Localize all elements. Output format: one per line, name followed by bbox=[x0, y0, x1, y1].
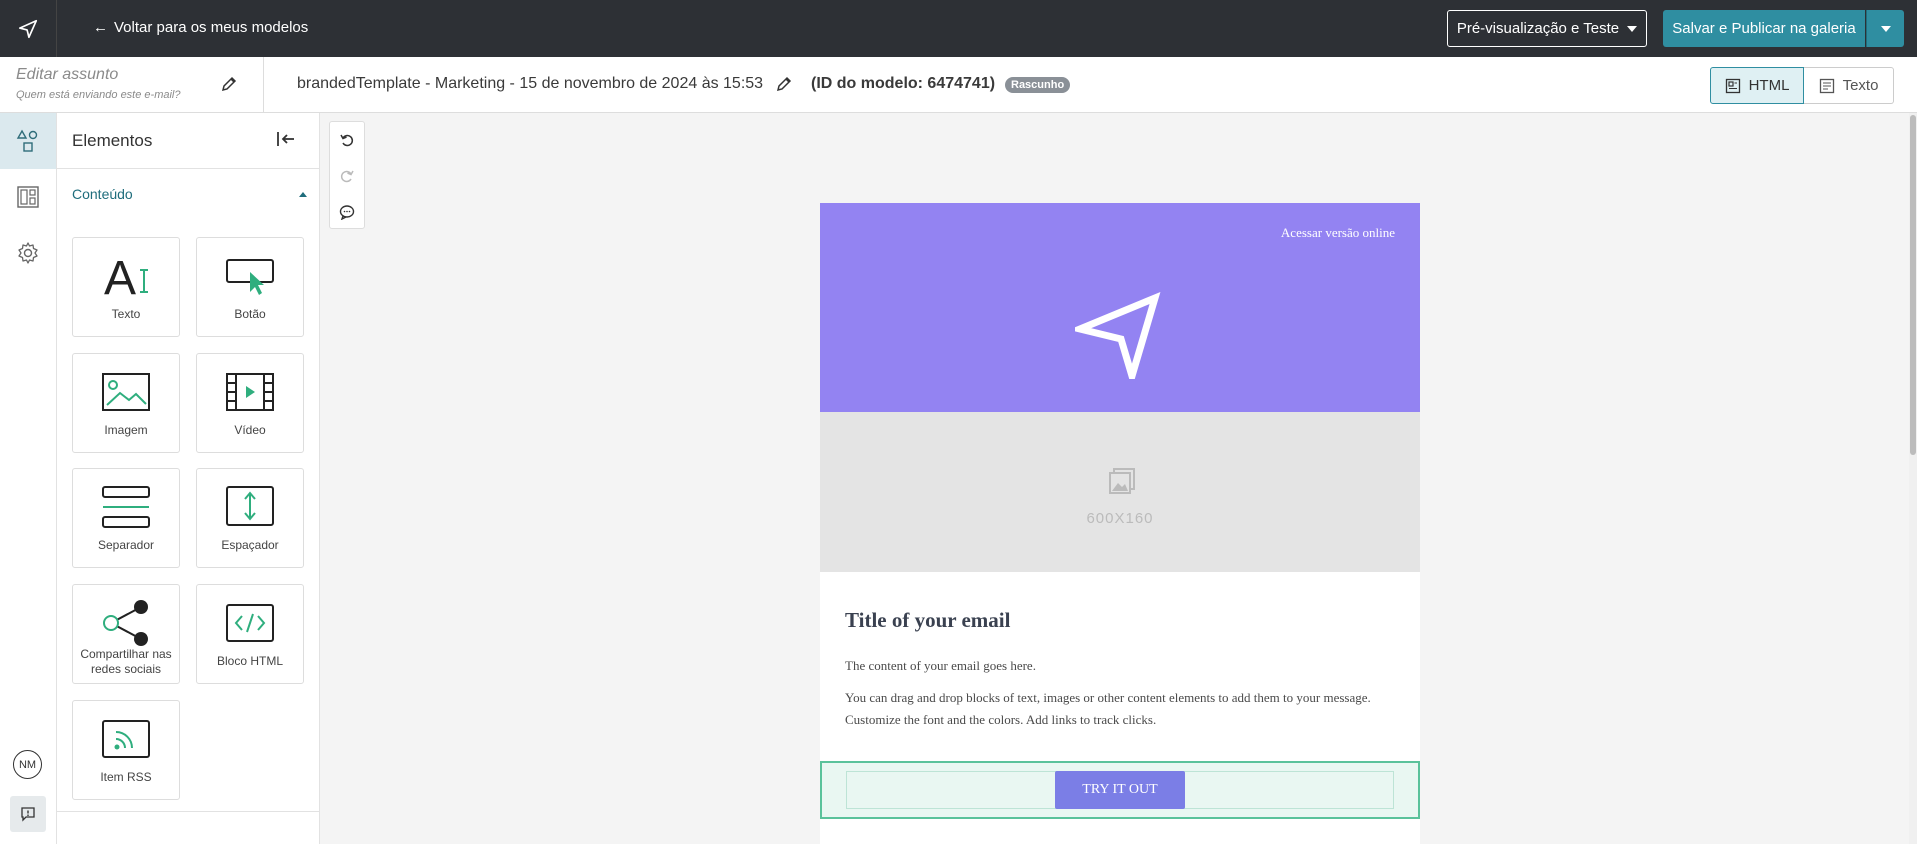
email-paragraph[interactable]: The content of your email goes here. bbox=[845, 655, 1395, 677]
element-tile-spacer[interactable]: Espaçador bbox=[196, 468, 304, 568]
view-html-toggle[interactable]: HTML bbox=[1710, 67, 1804, 104]
rail-layouts-button[interactable] bbox=[0, 169, 56, 225]
element-tile-text[interactable]: A Texto bbox=[72, 237, 180, 337]
element-tile-rss[interactable]: Item RSS bbox=[72, 700, 180, 800]
panel-title: Elementos bbox=[72, 131, 153, 150]
edit-subject-pencil-icon[interactable] bbox=[221, 76, 237, 97]
svg-text:A: A bbox=[104, 252, 136, 302]
view-text-label: Texto bbox=[1842, 77, 1879, 94]
arrow-left-icon: ← bbox=[93, 19, 108, 36]
email-canvas: Acessar versão online 600X160 Title of y… bbox=[820, 203, 1420, 844]
paper-plane-icon bbox=[1068, 289, 1165, 389]
preview-and-test-button[interactable]: Pré-visualização e Teste bbox=[1447, 10, 1647, 47]
sender-placeholder[interactable]: Quem está enviando este e-mail? bbox=[16, 89, 236, 101]
publish-button-label: Salvar e Publicar na galeria bbox=[1672, 20, 1856, 37]
tile-label: Item RSS bbox=[100, 770, 152, 784]
preview-button-label: Pré-visualização e Teste bbox=[1456, 20, 1620, 37]
user-avatar[interactable]: NM bbox=[13, 750, 42, 779]
chevron-up-icon bbox=[299, 191, 307, 197]
tile-label: Vídeo bbox=[234, 423, 266, 437]
feedback-button[interactable] bbox=[10, 796, 46, 832]
code-icon bbox=[197, 593, 303, 653]
elements-panel: Elementos Conteúdo A Texto Botão Imagem … bbox=[57, 113, 320, 844]
comments-button[interactable] bbox=[330, 194, 364, 230]
divider-icon bbox=[73, 477, 179, 537]
layout-icon bbox=[17, 186, 39, 208]
publish-options-dropdown[interactable] bbox=[1866, 10, 1904, 47]
image-icon bbox=[73, 362, 179, 422]
top-bar: ← Voltar para os meus modelos Pré-visual… bbox=[0, 0, 1917, 57]
edit-name-pencil-icon[interactable] bbox=[776, 76, 792, 97]
scrollbar-thumb[interactable] bbox=[1910, 115, 1916, 455]
element-tile-html-block[interactable]: Bloco HTML bbox=[196, 584, 304, 684]
cta-button[interactable]: TRY IT OUT bbox=[1055, 771, 1185, 809]
undo-button[interactable] bbox=[330, 122, 364, 158]
panel-divider bbox=[57, 811, 320, 812]
selected-button-block[interactable]: TRY IT OUT bbox=[820, 761, 1420, 819]
status-badge: Rascunho bbox=[1005, 77, 1071, 93]
template-name: brandedTemplate - Marketing - 15 de nove… bbox=[297, 75, 764, 92]
redo-button[interactable] bbox=[330, 158, 364, 194]
text-icon: A bbox=[73, 246, 179, 306]
image-size-label: 600X160 bbox=[1086, 510, 1154, 527]
tile-label: Texto bbox=[111, 307, 141, 321]
app-logo[interactable] bbox=[0, 0, 57, 57]
view-html-label: HTML bbox=[1748, 77, 1790, 94]
html-view-icon bbox=[1725, 78, 1740, 93]
email-header-block[interactable]: Acessar versão online bbox=[820, 203, 1420, 412]
back-to-templates-link[interactable]: ← Voltar para os meus modelos bbox=[93, 19, 308, 36]
subject-field[interactable]: Editar assunto Quem está enviando este e… bbox=[16, 66, 236, 101]
element-tile-social-share[interactable]: Compartilhar nas redes sociais bbox=[72, 584, 180, 684]
element-tile-video[interactable]: Vídeo bbox=[196, 353, 304, 453]
left-icon-rail: NM bbox=[0, 113, 57, 844]
shapes-icon bbox=[16, 129, 38, 152]
template-header-bar: Editar assunto Quem está enviando este e… bbox=[0, 57, 1917, 113]
view-online-link[interactable]: Acessar versão online bbox=[1281, 225, 1395, 241]
subject-placeholder[interactable]: Editar assunto bbox=[16, 66, 236, 84]
element-tile-divider[interactable]: Separador bbox=[72, 468, 180, 568]
comment-icon bbox=[339, 205, 355, 220]
panel-header: Elementos bbox=[57, 113, 320, 169]
chevron-down-icon bbox=[1880, 25, 1891, 32]
tile-label: Bloco HTML bbox=[216, 654, 284, 668]
feedback-icon bbox=[21, 807, 35, 822]
rail-elements-button[interactable] bbox=[0, 113, 56, 169]
tile-label: Botão bbox=[234, 307, 266, 321]
canvas-scrollbar[interactable] bbox=[1909, 113, 1917, 844]
undo-icon bbox=[340, 134, 354, 147]
header-divider bbox=[263, 57, 264, 113]
back-link-label: Voltar para os meus modelos bbox=[114, 19, 309, 36]
collapse-panel-button[interactable] bbox=[275, 129, 297, 154]
chevron-down-icon bbox=[1627, 25, 1638, 32]
paper-plane-icon bbox=[18, 19, 38, 38]
text-view-icon bbox=[1819, 78, 1834, 93]
spacer-icon bbox=[197, 477, 303, 537]
section-label: Conteúdo bbox=[72, 186, 133, 202]
canvas-toolbar bbox=[329, 121, 365, 229]
rail-settings-button[interactable] bbox=[0, 225, 56, 281]
tile-label: Imagem bbox=[104, 423, 148, 437]
rss-icon bbox=[73, 709, 179, 769]
tile-label: Compartilhar nas redes sociais bbox=[80, 647, 172, 676]
image-icon bbox=[1107, 466, 1137, 501]
content-section-header[interactable]: Conteúdo bbox=[72, 186, 307, 202]
collapse-left-icon bbox=[277, 132, 294, 146]
view-text-toggle[interactable]: Texto bbox=[1804, 67, 1894, 104]
share-icon bbox=[73, 593, 179, 653]
element-tile-image[interactable]: Imagem bbox=[72, 353, 180, 453]
email-title[interactable]: Title of your email bbox=[845, 608, 1010, 633]
redo-icon bbox=[340, 170, 354, 183]
email-paragraph[interactable]: You can drag and drop blocks of text, im… bbox=[845, 687, 1395, 731]
template-id: (ID do modelo: 6474741) bbox=[811, 75, 996, 92]
button-icon bbox=[197, 246, 303, 306]
save-and-publish-button[interactable]: Salvar e Publicar na galeria bbox=[1663, 10, 1865, 47]
element-tile-button[interactable]: Botão bbox=[196, 237, 304, 337]
image-placeholder-block[interactable]: 600X160 bbox=[820, 412, 1420, 572]
gear-icon bbox=[18, 242, 38, 264]
tile-label: Espaçador bbox=[221, 538, 279, 552]
tile-label: Separador bbox=[97, 538, 155, 552]
video-icon bbox=[197, 362, 303, 422]
